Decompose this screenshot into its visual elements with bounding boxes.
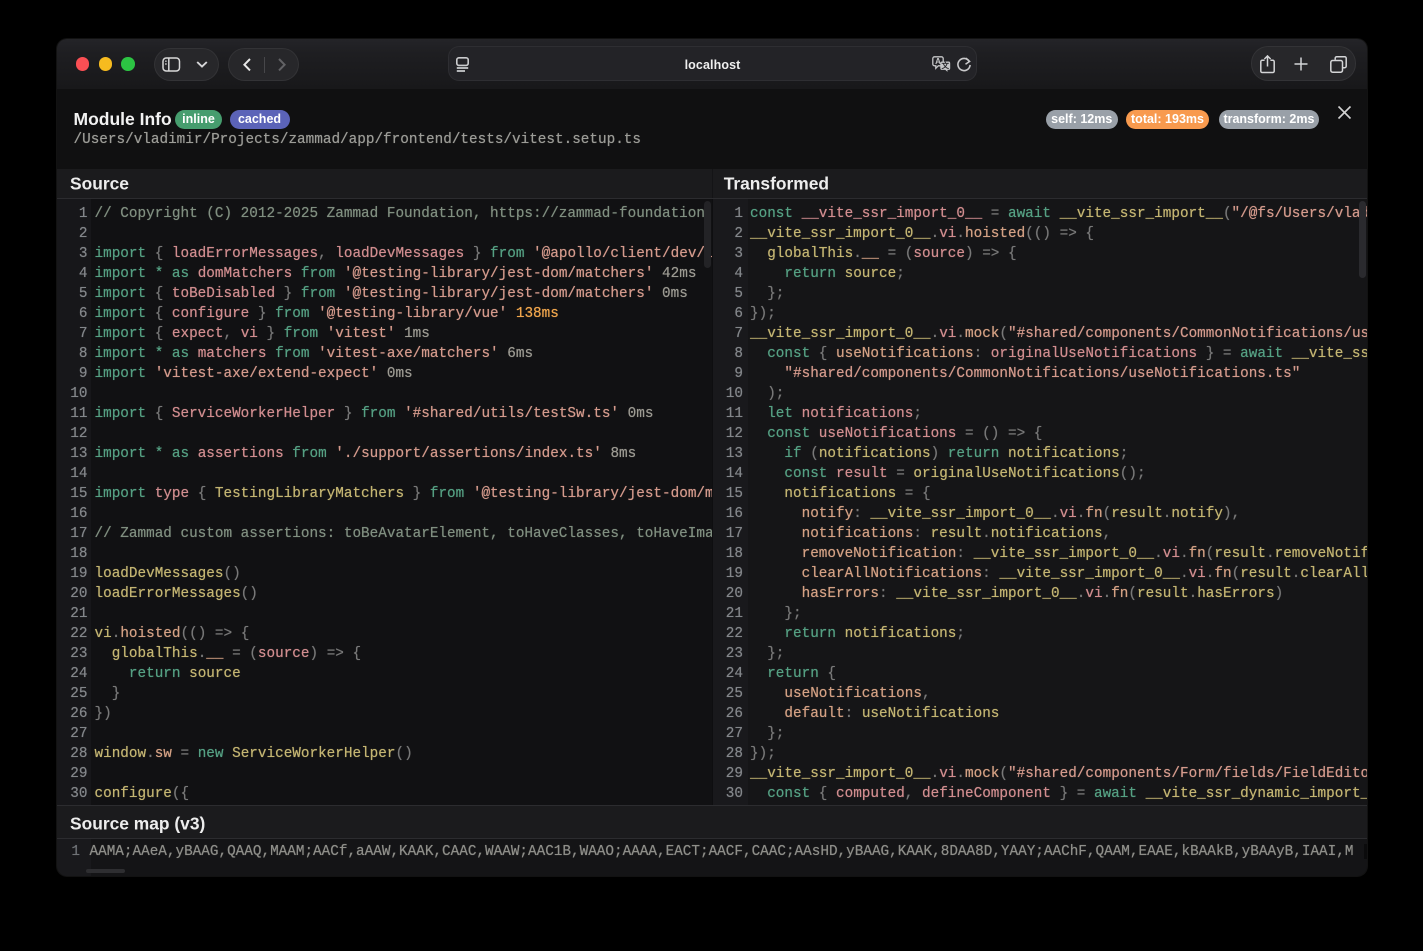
svg-text:文: 文 (942, 60, 950, 70)
svg-text:A: A (935, 57, 941, 66)
